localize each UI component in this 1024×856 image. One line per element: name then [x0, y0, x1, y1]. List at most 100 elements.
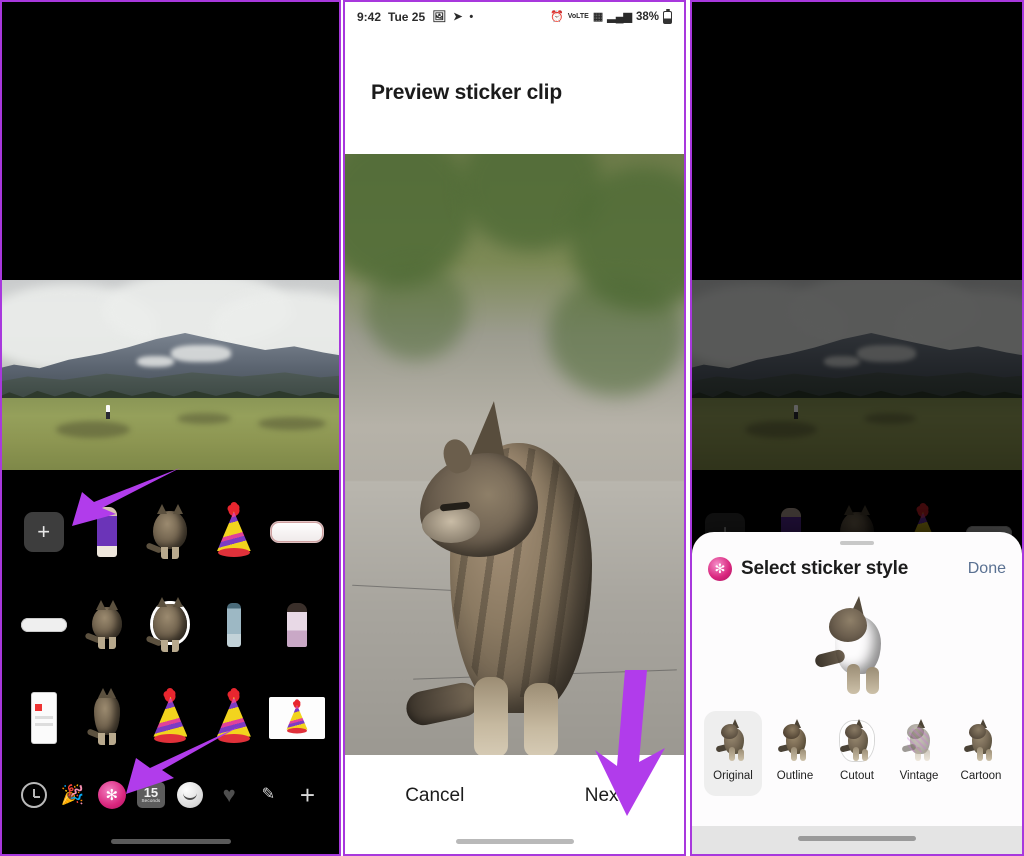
style-option-vintage[interactable]: Vintage [890, 711, 948, 796]
home-indicator [110, 839, 231, 844]
add-sticker-cell[interactable]: + [15, 491, 73, 573]
done-button[interactable]: Done [968, 560, 1006, 578]
sticker-item[interactable] [15, 584, 73, 666]
stickers-tab[interactable]: ✻ [95, 778, 129, 812]
style-thumbnail [715, 719, 751, 763]
party-popper-icon: 🎉 [60, 784, 85, 806]
meadow [2, 397, 339, 470]
home-indicator [455, 839, 574, 844]
figurine-sticker [287, 602, 308, 647]
sticker-item[interactable] [78, 677, 136, 759]
draw-tab[interactable]: ✎ [251, 778, 285, 812]
cat-outline-sticker [144, 594, 196, 656]
next-button[interactable]: Next [585, 785, 624, 807]
style-option-cartoon[interactable]: Cartoon [952, 711, 1010, 796]
sticker-icon: ✻ [708, 557, 732, 581]
telegram-icon: ➤ [453, 10, 463, 23]
sticker-item[interactable] [15, 677, 73, 759]
style-preview [692, 581, 1022, 711]
style-option-original[interactable]: Original [704, 711, 762, 796]
style-label: Cartoon [960, 770, 1002, 782]
sticker-item[interactable] [141, 584, 199, 666]
recents-tab[interactable] [17, 778, 51, 812]
person-sticker [97, 507, 118, 558]
cat-photo [345, 154, 684, 759]
alarm-icon: ⏰ [550, 10, 564, 23]
preview-action-bar: Cancel Next [345, 755, 684, 854]
heart-icon: ♥ [222, 782, 236, 807]
status-bar-right: ⏰ VoLTE ▦ ▂▄▆ 38% [550, 8, 672, 24]
sticker-item[interactable] [268, 491, 326, 573]
party-hat-sticker [153, 690, 188, 743]
effects-tab[interactable]: 🎉 [56, 778, 90, 812]
sticker-item[interactable] [141, 677, 199, 759]
status-time: 9:42 [357, 10, 382, 24]
grass [365, 262, 468, 360]
smiley-icon [177, 782, 204, 808]
cat-sticker-preview [811, 594, 903, 698]
battery-percent: 38% [635, 11, 659, 23]
cat-sticker [144, 501, 196, 563]
scrim [692, 280, 1022, 470]
bottle-sticker [226, 602, 241, 647]
sticker-item[interactable] [268, 677, 326, 759]
sticker-item[interactable] [268, 584, 326, 666]
page-title: Preview sticker clip [345, 32, 684, 154]
cat-leg [847, 664, 860, 694]
add-tab[interactable]: + [290, 778, 324, 812]
cat-sticker [81, 687, 133, 749]
style-label: Outline [776, 770, 814, 782]
dot-icon: • [469, 10, 474, 23]
cat-leg [523, 683, 558, 757]
screenshot-sticker [30, 691, 57, 744]
cat-subject [402, 357, 618, 757]
snow-cap [136, 356, 174, 368]
sticker-grid: + [2, 480, 339, 764]
style-options: Original Outline Cutout Vintage Cartoon [692, 711, 1022, 796]
cat-ear [470, 399, 511, 459]
sheet-header: ✻ Select sticker style Done [692, 545, 1022, 581]
style-label: Vintage [899, 770, 939, 782]
cat-head [419, 453, 538, 557]
phone-panel-style-sheet: + ✻ Select sticker s [690, 0, 1024, 856]
add-sticker-button[interactable]: + [23, 512, 64, 553]
duration-unit: Seconds [141, 798, 161, 804]
ground-patch [258, 416, 326, 431]
style-thumbnail [839, 719, 875, 763]
sticker-item[interactable] [205, 584, 263, 666]
style-label: Cutout [840, 770, 874, 782]
clip-duration-button[interactable]: 15 Seconds [134, 778, 168, 812]
duration-badge: 15 Seconds [136, 782, 165, 808]
decorated-note-sticker [271, 522, 324, 543]
landscape-photo-dimmed [692, 280, 1022, 470]
party-hat-sticker [216, 690, 251, 743]
clock-icon [20, 782, 47, 808]
emoji-tab[interactable] [173, 778, 207, 812]
hiker [106, 405, 111, 420]
ground-patch [55, 420, 131, 438]
cancel-button[interactable]: Cancel [405, 785, 464, 807]
style-thumbnail [777, 719, 813, 763]
sticker-item[interactable] [78, 584, 136, 666]
battery-icon [663, 8, 672, 24]
text-pill-sticker [20, 617, 67, 632]
home-indicator-bar [692, 826, 1022, 854]
style-option-cutout[interactable]: Cutout [828, 711, 886, 796]
status-date: Tue 25 [388, 10, 426, 24]
favorites-tab[interactable]: ♥ [212, 778, 246, 812]
pen-icon: ✎ [261, 786, 276, 803]
photo-icon: 🖼 [432, 10, 447, 23]
sticker-item[interactable] [205, 491, 263, 573]
cat-leg [866, 667, 879, 694]
sticker-item[interactable] [78, 491, 136, 573]
sticker-style-sheet: ✻ Select sticker style Done Original Out… [692, 532, 1022, 854]
cat-leg [473, 677, 508, 757]
style-thumbnail [963, 719, 999, 763]
snow-cap [170, 344, 232, 362]
sticker-icon: ✻ [97, 781, 126, 809]
sticker-item[interactable] [141, 491, 199, 573]
style-option-outline[interactable]: Outline [766, 711, 824, 796]
sticker-item[interactable] [205, 677, 263, 759]
status-bar: 9:42 Tue 25 🖼 ➤ • ⏰ VoLTE ▦ ▂▄▆ 38% [345, 2, 684, 32]
landscape-photo [2, 280, 339, 470]
